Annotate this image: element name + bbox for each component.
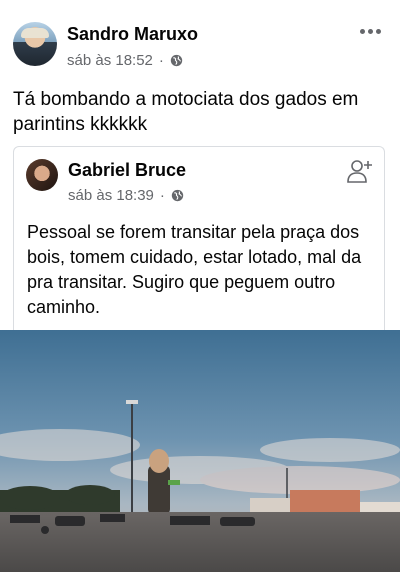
dot-separator: · bbox=[159, 187, 165, 204]
add-friend-icon[interactable] bbox=[346, 157, 374, 185]
shared-post-meta: sáb às 18:39 · bbox=[68, 187, 184, 204]
shared-post-text: Pessoal se forem transitar pela praça do… bbox=[27, 222, 362, 317]
globe-icon bbox=[171, 189, 184, 202]
post-photo[interactable] bbox=[0, 330, 400, 572]
shared-post-timestamp[interactable]: sáb às 18:39 bbox=[68, 187, 154, 204]
avatar-hat-shape bbox=[21, 28, 49, 38]
post-header: Sandro Maruxo sáb às 18:52 · bbox=[0, 0, 400, 80]
globe-icon bbox=[170, 54, 183, 67]
shared-post[interactable]: Gabriel Bruce sáb às 18:39 · Pessoal se … bbox=[13, 146, 385, 330]
author-name[interactable]: Sandro Maruxo bbox=[67, 24, 198, 45]
dot-separator: · bbox=[158, 52, 164, 69]
shared-author-avatar[interactable] bbox=[26, 159, 58, 191]
post-meta: sáb às 18:52 · bbox=[67, 52, 183, 69]
author-avatar[interactable] bbox=[13, 22, 57, 66]
shared-author-name[interactable]: Gabriel Bruce bbox=[68, 160, 186, 181]
post-text: Tá bombando a motociata dos gados em par… bbox=[13, 89, 359, 135]
more-options-icon[interactable] bbox=[360, 26, 382, 36]
post-timestamp[interactable]: sáb às 18:52 bbox=[67, 52, 153, 69]
